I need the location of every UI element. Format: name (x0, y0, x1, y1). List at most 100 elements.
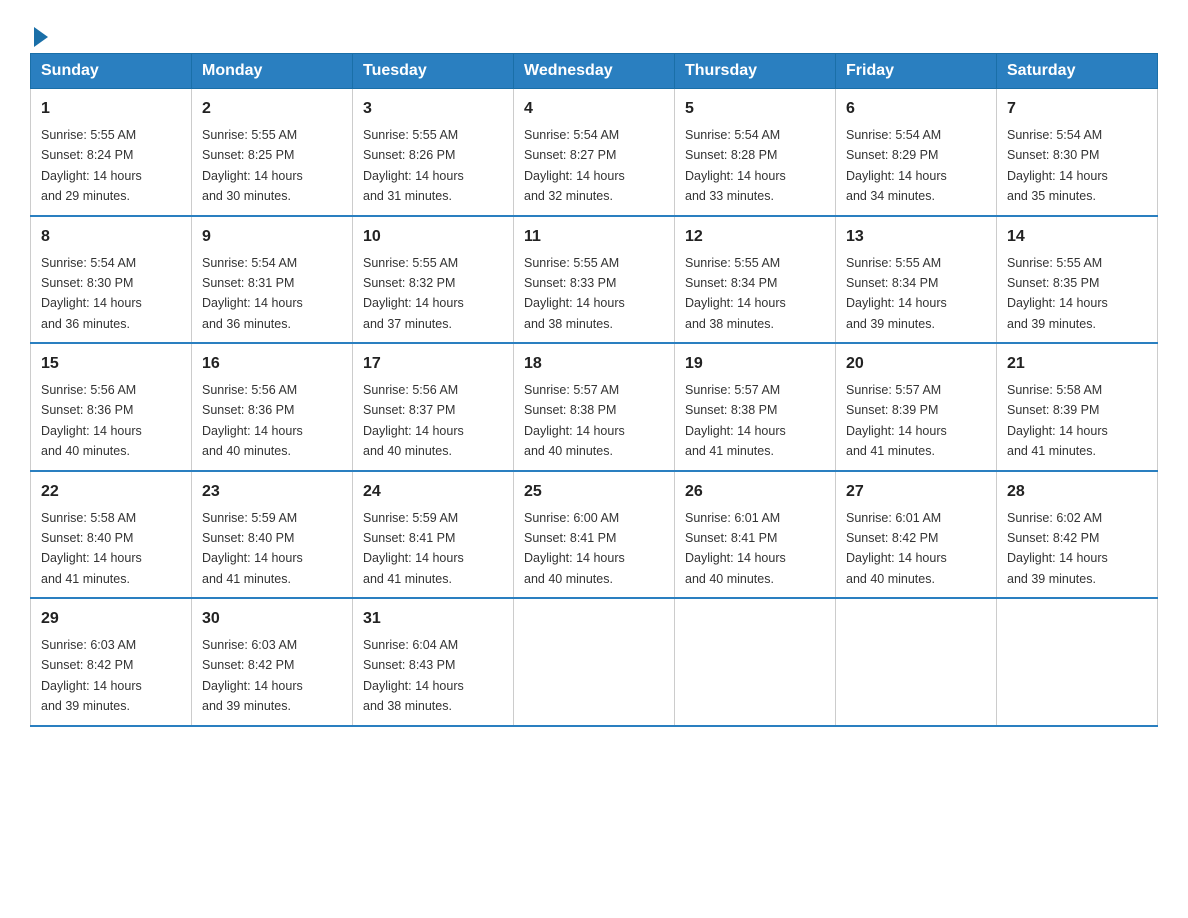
calendar-cell: 31 Sunrise: 6:04 AMSunset: 8:43 PMDaylig… (353, 598, 514, 726)
calendar-cell: 8 Sunrise: 5:54 AMSunset: 8:30 PMDayligh… (31, 216, 192, 344)
calendar-cell: 7 Sunrise: 5:54 AMSunset: 8:30 PMDayligh… (997, 89, 1158, 216)
day-info: Sunrise: 5:58 AMSunset: 8:40 PMDaylight:… (41, 511, 142, 586)
calendar-cell: 18 Sunrise: 5:57 AMSunset: 8:38 PMDaylig… (514, 343, 675, 471)
day-number: 19 (685, 352, 825, 376)
calendar-cell: 27 Sunrise: 6:01 AMSunset: 8:42 PMDaylig… (836, 471, 997, 599)
day-number: 9 (202, 225, 342, 249)
logo-arrow-icon (34, 27, 48, 47)
day-info: Sunrise: 5:55 AMSunset: 8:33 PMDaylight:… (524, 256, 625, 331)
day-info: Sunrise: 5:55 AMSunset: 8:35 PMDaylight:… (1007, 256, 1108, 331)
day-number: 10 (363, 225, 503, 249)
day-number: 29 (41, 607, 181, 631)
day-info: Sunrise: 5:58 AMSunset: 8:39 PMDaylight:… (1007, 383, 1108, 458)
day-info: Sunrise: 6:01 AMSunset: 8:42 PMDaylight:… (846, 511, 947, 586)
calendar-week-row: 15 Sunrise: 5:56 AMSunset: 8:36 PMDaylig… (31, 343, 1158, 471)
day-info: Sunrise: 5:57 AMSunset: 8:39 PMDaylight:… (846, 383, 947, 458)
day-info: Sunrise: 5:57 AMSunset: 8:38 PMDaylight:… (685, 383, 786, 458)
day-number: 4 (524, 97, 664, 121)
day-info: Sunrise: 5:54 AMSunset: 8:28 PMDaylight:… (685, 128, 786, 203)
day-of-week-header: Thursday (675, 54, 836, 89)
calendar-cell: 20 Sunrise: 5:57 AMSunset: 8:39 PMDaylig… (836, 343, 997, 471)
day-number: 13 (846, 225, 986, 249)
day-info: Sunrise: 5:54 AMSunset: 8:31 PMDaylight:… (202, 256, 303, 331)
day-of-week-header: Tuesday (353, 54, 514, 89)
calendar-cell: 30 Sunrise: 6:03 AMSunset: 8:42 PMDaylig… (192, 598, 353, 726)
day-info: Sunrise: 5:56 AMSunset: 8:36 PMDaylight:… (202, 383, 303, 458)
calendar-cell: 14 Sunrise: 5:55 AMSunset: 8:35 PMDaylig… (997, 216, 1158, 344)
day-info: Sunrise: 6:02 AMSunset: 8:42 PMDaylight:… (1007, 511, 1108, 586)
day-number: 18 (524, 352, 664, 376)
calendar-cell: 1 Sunrise: 5:55 AMSunset: 8:24 PMDayligh… (31, 89, 192, 216)
day-number: 8 (41, 225, 181, 249)
day-number: 20 (846, 352, 986, 376)
day-number: 22 (41, 480, 181, 504)
day-number: 17 (363, 352, 503, 376)
day-info: Sunrise: 5:54 AMSunset: 8:29 PMDaylight:… (846, 128, 947, 203)
calendar-cell: 22 Sunrise: 5:58 AMSunset: 8:40 PMDaylig… (31, 471, 192, 599)
calendar-week-row: 8 Sunrise: 5:54 AMSunset: 8:30 PMDayligh… (31, 216, 1158, 344)
day-number: 2 (202, 97, 342, 121)
calendar-cell: 16 Sunrise: 5:56 AMSunset: 8:36 PMDaylig… (192, 343, 353, 471)
calendar-cell: 12 Sunrise: 5:55 AMSunset: 8:34 PMDaylig… (675, 216, 836, 344)
day-number: 26 (685, 480, 825, 504)
day-info: Sunrise: 6:03 AMSunset: 8:42 PMDaylight:… (41, 638, 142, 713)
calendar-cell (836, 598, 997, 726)
day-of-week-header: Saturday (997, 54, 1158, 89)
day-of-week-header: Monday (192, 54, 353, 89)
calendar-cell (514, 598, 675, 726)
calendar-cell: 29 Sunrise: 6:03 AMSunset: 8:42 PMDaylig… (31, 598, 192, 726)
calendar-cell: 26 Sunrise: 6:01 AMSunset: 8:41 PMDaylig… (675, 471, 836, 599)
day-info: Sunrise: 5:54 AMSunset: 8:30 PMDaylight:… (1007, 128, 1108, 203)
calendar-cell: 19 Sunrise: 5:57 AMSunset: 8:38 PMDaylig… (675, 343, 836, 471)
day-number: 12 (685, 225, 825, 249)
calendar-cell: 21 Sunrise: 5:58 AMSunset: 8:39 PMDaylig… (997, 343, 1158, 471)
calendar-cell: 13 Sunrise: 5:55 AMSunset: 8:34 PMDaylig… (836, 216, 997, 344)
day-info: Sunrise: 6:04 AMSunset: 8:43 PMDaylight:… (363, 638, 464, 713)
calendar-cell: 10 Sunrise: 5:55 AMSunset: 8:32 PMDaylig… (353, 216, 514, 344)
day-info: Sunrise: 5:55 AMSunset: 8:32 PMDaylight:… (363, 256, 464, 331)
calendar-week-row: 1 Sunrise: 5:55 AMSunset: 8:24 PMDayligh… (31, 89, 1158, 216)
day-number: 5 (685, 97, 825, 121)
calendar-cell: 9 Sunrise: 5:54 AMSunset: 8:31 PMDayligh… (192, 216, 353, 344)
calendar-table: SundayMondayTuesdayWednesdayThursdayFrid… (30, 53, 1158, 727)
day-info: Sunrise: 5:55 AMSunset: 8:25 PMDaylight:… (202, 128, 303, 203)
calendar-cell: 15 Sunrise: 5:56 AMSunset: 8:36 PMDaylig… (31, 343, 192, 471)
day-number: 1 (41, 97, 181, 121)
day-info: Sunrise: 5:55 AMSunset: 8:26 PMDaylight:… (363, 128, 464, 203)
day-info: Sunrise: 5:56 AMSunset: 8:37 PMDaylight:… (363, 383, 464, 458)
day-number: 16 (202, 352, 342, 376)
day-info: Sunrise: 6:01 AMSunset: 8:41 PMDaylight:… (685, 511, 786, 586)
calendar-cell: 25 Sunrise: 6:00 AMSunset: 8:41 PMDaylig… (514, 471, 675, 599)
calendar-cell: 4 Sunrise: 5:54 AMSunset: 8:27 PMDayligh… (514, 89, 675, 216)
day-number: 28 (1007, 480, 1147, 504)
day-number: 3 (363, 97, 503, 121)
logo (30, 20, 48, 43)
day-info: Sunrise: 5:59 AMSunset: 8:40 PMDaylight:… (202, 511, 303, 586)
day-info: Sunrise: 5:59 AMSunset: 8:41 PMDaylight:… (363, 511, 464, 586)
calendar-cell: 2 Sunrise: 5:55 AMSunset: 8:25 PMDayligh… (192, 89, 353, 216)
day-info: Sunrise: 6:03 AMSunset: 8:42 PMDaylight:… (202, 638, 303, 713)
day-of-week-header: Friday (836, 54, 997, 89)
day-number: 21 (1007, 352, 1147, 376)
day-info: Sunrise: 5:54 AMSunset: 8:30 PMDaylight:… (41, 256, 142, 331)
calendar-cell: 11 Sunrise: 5:55 AMSunset: 8:33 PMDaylig… (514, 216, 675, 344)
calendar-week-row: 29 Sunrise: 6:03 AMSunset: 8:42 PMDaylig… (31, 598, 1158, 726)
day-number: 24 (363, 480, 503, 504)
calendar-week-row: 22 Sunrise: 5:58 AMSunset: 8:40 PMDaylig… (31, 471, 1158, 599)
day-number: 15 (41, 352, 181, 376)
day-number: 23 (202, 480, 342, 504)
page-header (30, 20, 1158, 43)
calendar-cell (997, 598, 1158, 726)
day-info: Sunrise: 5:55 AMSunset: 8:34 PMDaylight:… (846, 256, 947, 331)
day-number: 6 (846, 97, 986, 121)
calendar-cell: 6 Sunrise: 5:54 AMSunset: 8:29 PMDayligh… (836, 89, 997, 216)
day-info: Sunrise: 5:55 AMSunset: 8:34 PMDaylight:… (685, 256, 786, 331)
day-info: Sunrise: 5:56 AMSunset: 8:36 PMDaylight:… (41, 383, 142, 458)
day-info: Sunrise: 5:55 AMSunset: 8:24 PMDaylight:… (41, 128, 142, 203)
calendar-cell: 5 Sunrise: 5:54 AMSunset: 8:28 PMDayligh… (675, 89, 836, 216)
calendar-header-row: SundayMondayTuesdayWednesdayThursdayFrid… (31, 54, 1158, 89)
day-number: 11 (524, 225, 664, 249)
day-of-week-header: Sunday (31, 54, 192, 89)
day-number: 30 (202, 607, 342, 631)
calendar-cell: 24 Sunrise: 5:59 AMSunset: 8:41 PMDaylig… (353, 471, 514, 599)
